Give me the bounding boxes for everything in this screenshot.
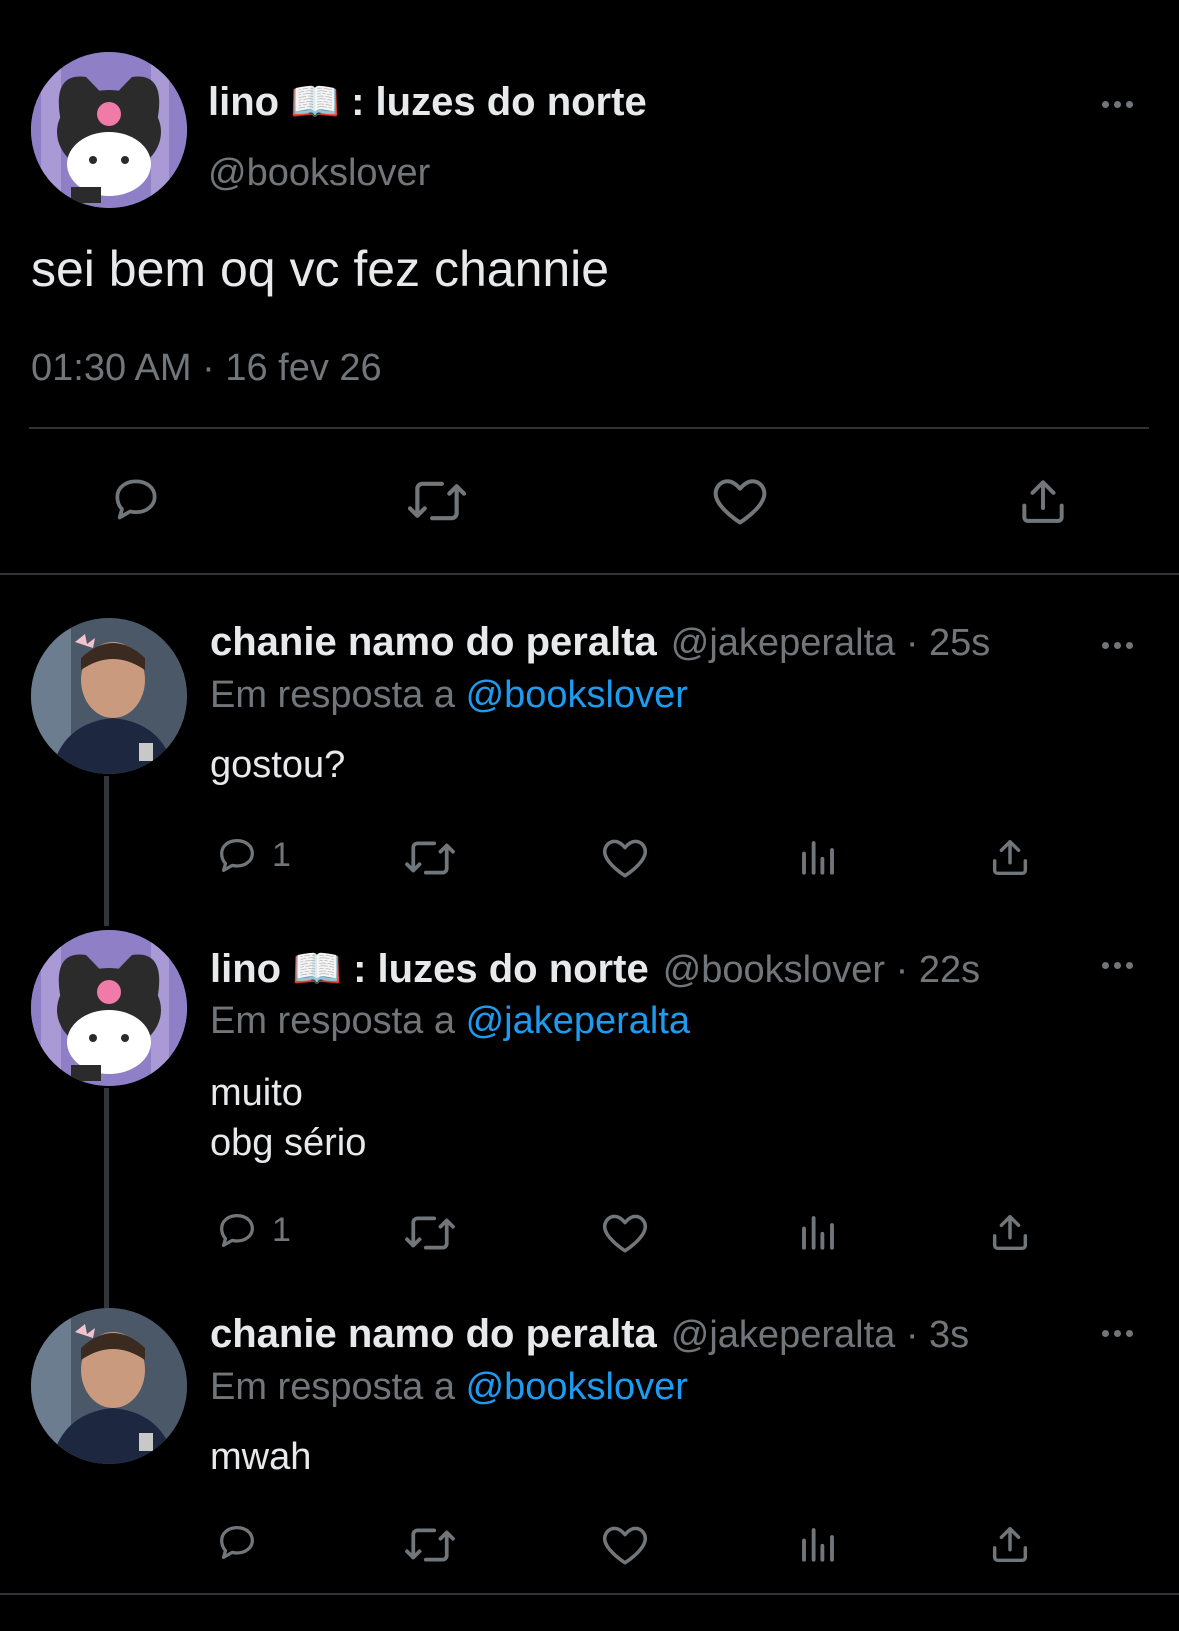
display-name[interactable]: lino 📖 : luzes do norte (208, 78, 647, 125)
reply-icon[interactable] (213, 1520, 261, 1566)
avatar[interactable] (31, 52, 187, 208)
jake-avatar-image (31, 1308, 187, 1464)
timestamp[interactable]: 01:30 AM · 16 fev 26 (31, 347, 382, 390)
divider (0, 573, 1179, 575)
retweet-icon[interactable] (402, 1210, 458, 1256)
handle-time[interactable]: @bookslover · 22s (663, 949, 980, 992)
kuromi-avatar-image (31, 930, 187, 1086)
like-icon[interactable] (710, 472, 770, 528)
retweet-icon[interactable] (402, 1522, 458, 1568)
display-name[interactable]: chanie namo do peralta (210, 620, 657, 665)
tweet-text: sei bem oq vc fez channie (31, 241, 610, 297)
reply-to-link[interactable]: @bookslover (466, 1366, 688, 1408)
avatar[interactable] (31, 1308, 187, 1464)
retweet-icon[interactable] (402, 835, 458, 881)
thread-line (104, 776, 109, 926)
handle-time[interactable]: @jakeperalta · 3s (671, 1314, 969, 1357)
retweet-icon[interactable] (404, 474, 470, 528)
display-name[interactable]: chanie namo do peralta (210, 1312, 657, 1357)
share-icon[interactable] (987, 1208, 1033, 1256)
share-icon[interactable] (987, 833, 1033, 881)
reply-count: 1 (272, 1211, 291, 1249)
reply-to-label: Em resposta a (210, 674, 455, 716)
tweet-text: obg sério (210, 1122, 367, 1164)
like-icon[interactable] (600, 1520, 650, 1568)
reply-icon[interactable] (107, 472, 165, 528)
share-icon[interactable] (987, 1520, 1033, 1568)
reply-to-link[interactable]: @jakeperalta (466, 1000, 690, 1042)
views-icon[interactable] (797, 836, 839, 878)
kuromi-avatar-image (31, 52, 187, 208)
divider (29, 427, 1149, 429)
reply-count: 1 (272, 836, 291, 874)
more-icon[interactable] (1097, 1325, 1137, 1341)
reply-icon[interactable] (213, 1208, 261, 1254)
more-icon[interactable] (1097, 957, 1137, 973)
avatar[interactable] (31, 618, 187, 774)
reply-to-label: Em resposta a (210, 1366, 455, 1408)
more-icon[interactable] (1097, 96, 1137, 112)
avatar[interactable] (31, 930, 187, 1086)
reply-icon[interactable] (213, 833, 261, 879)
share-icon[interactable] (1015, 472, 1071, 530)
tweet-text: muito (210, 1072, 303, 1114)
like-icon[interactable] (600, 833, 650, 881)
thread-line (104, 1088, 109, 1308)
tweet-text: mwah (210, 1436, 312, 1478)
divider (0, 1593, 1179, 1595)
display-name[interactable]: lino 📖 : luzes do norte (210, 945, 649, 992)
reply-to-link[interactable]: @bookslover (466, 674, 688, 716)
handle-time[interactable]: @jakeperalta · 25s (671, 622, 991, 665)
jake-avatar-image (31, 618, 187, 774)
reply-to-label: Em resposta a (210, 1000, 455, 1042)
tweet-text: gostou? (210, 744, 346, 786)
like-icon[interactable] (600, 1208, 650, 1256)
views-icon[interactable] (797, 1523, 839, 1565)
more-icon[interactable] (1097, 637, 1137, 653)
views-icon[interactable] (797, 1211, 839, 1253)
handle[interactable]: @bookslover (208, 152, 430, 195)
